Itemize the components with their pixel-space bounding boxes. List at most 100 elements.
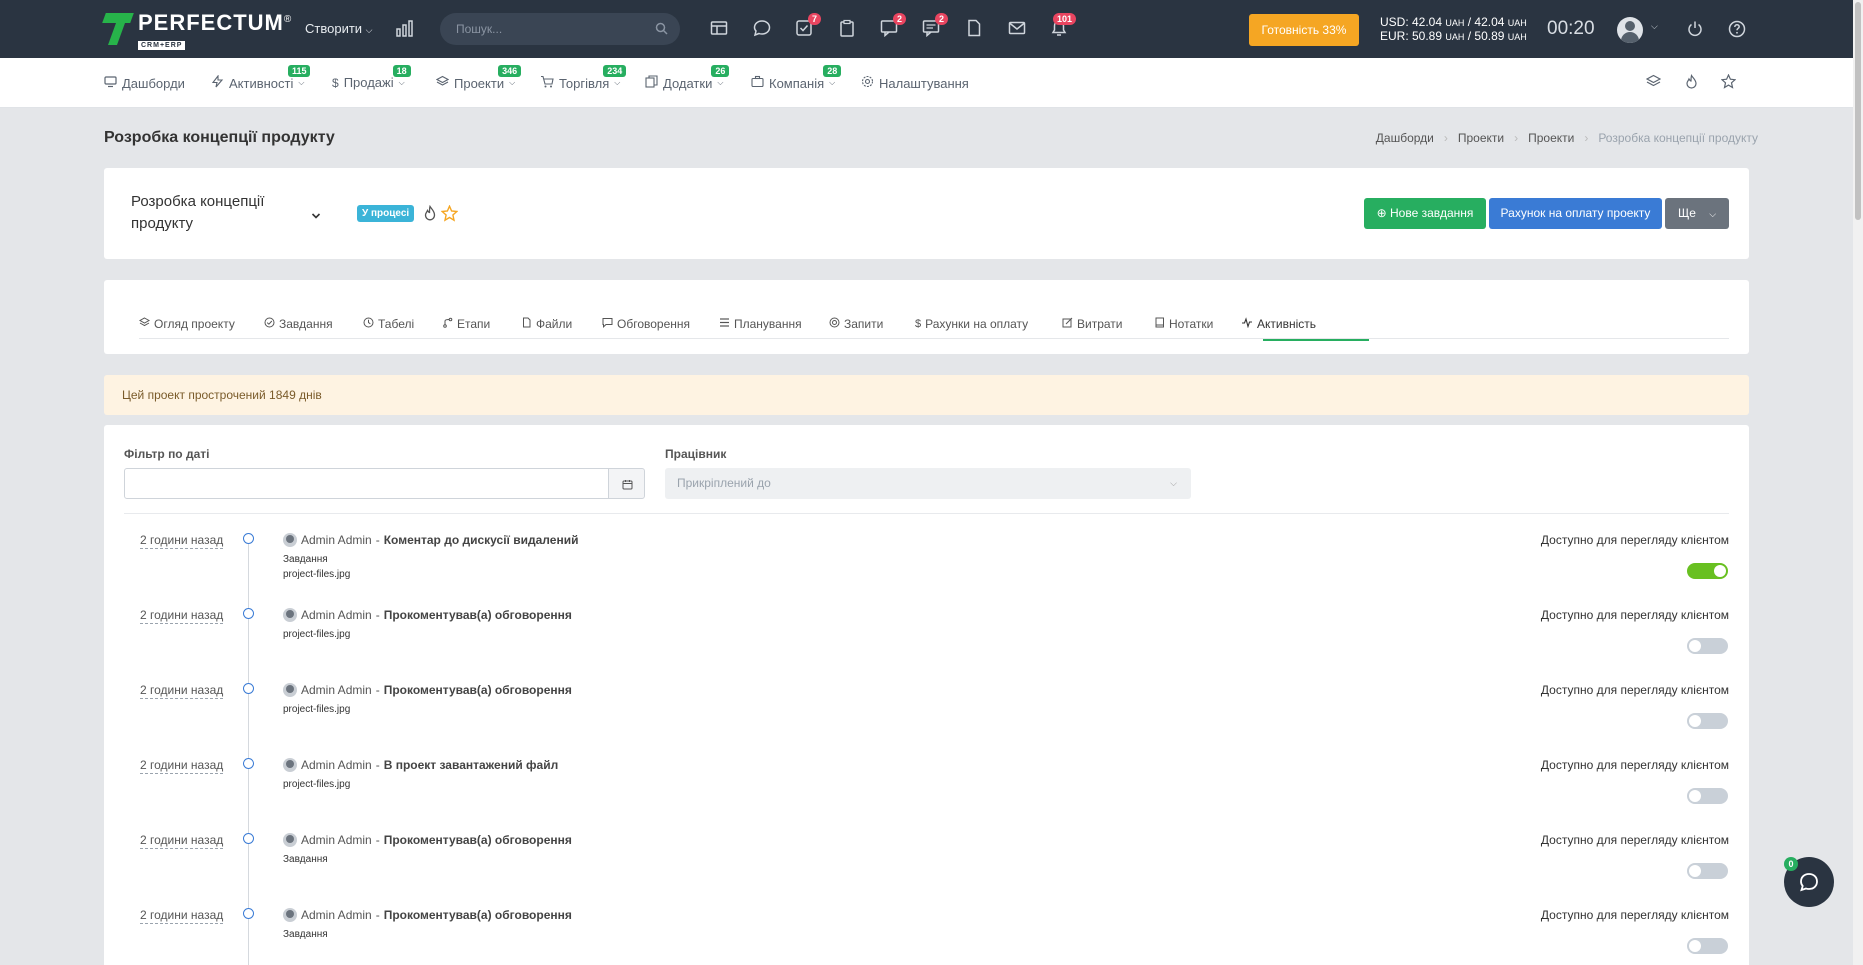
nav-badge: 115 (287, 65, 311, 77)
tab-label: Табелі (378, 316, 415, 331)
project-switch-chevron-icon[interactable] (311, 208, 321, 223)
chat-icon[interactable] (753, 19, 773, 39)
activity-user: Admin Admin (301, 758, 372, 772)
tab-notes[interactable]: Нотатки (1154, 309, 1213, 338)
tab-requests[interactable]: Запити (829, 309, 883, 338)
eur-unit: UAH (1445, 32, 1465, 42)
tab-label: Обговорення (617, 316, 691, 331)
project-tabs-card: Огляд проекту Завдання Табелі Етапи Файл… (104, 280, 1749, 354)
date-filter-input[interactable] (124, 468, 612, 499)
activity-action: Прокоментував(а) обговорення (383, 833, 572, 847)
readiness-button[interactable]: Готовність 33% (1249, 14, 1359, 46)
user-avatar[interactable] (1617, 17, 1643, 43)
client-visible-toggle[interactable] (1687, 713, 1728, 729)
more-button[interactable]: Ще ⌵ (1665, 198, 1729, 229)
nav-item-trade[interactable]: Торгівля ⌵ 234 (540, 65, 627, 91)
nav-item-company[interactable]: Компанія ⌵ 28 (751, 65, 842, 91)
create-dropdown[interactable]: Створити ⌵ (305, 21, 373, 36)
layers-icon[interactable] (1645, 74, 1662, 92)
user-menu-chevron-icon[interactable]: ⌵ (1651, 21, 1658, 32)
tab-discussions[interactable]: Обговорення (602, 309, 690, 338)
breadcrumb-item[interactable]: Проекти (1458, 131, 1504, 145)
activity-user: Admin Admin (301, 683, 372, 697)
logo[interactable]: PERFECTUM® CRM+ERP (102, 11, 291, 50)
activity-time[interactable]: 2 години назад (140, 758, 224, 774)
tasks-icon[interactable]: 7 (795, 13, 821, 39)
mail-icon[interactable] (1008, 19, 1028, 39)
avatar (283, 908, 297, 922)
breadcrumb-item[interactable]: Проекти (1528, 131, 1574, 145)
client-visible-toggle[interactable] (1687, 788, 1728, 804)
avatar (283, 833, 297, 847)
search-icon[interactable] (655, 22, 668, 38)
activity-row: 2 години назад Admin Admin - Прокоментував(… (104, 829, 1749, 904)
search-input[interactable] (440, 13, 640, 45)
nav-badge: 18 (392, 65, 411, 77)
nav-item-projects[interactable]: Проекти ⌵ 346 (435, 65, 522, 91)
activity-time[interactable]: 2 години назад (140, 833, 224, 849)
tab-planning[interactable]: Планування (719, 309, 802, 338)
employee-select[interactable]: Прикріплений до ⌵ (665, 468, 1191, 499)
eur-rate: EUR: 50.89 (1380, 29, 1443, 43)
dash-separator: - (375, 758, 380, 772)
nav-label: Додатки (663, 75, 713, 91)
activity-time[interactable]: 2 години назад (140, 608, 224, 624)
nav-item-sales[interactable]: $ Продажі ⌵ 18 (332, 65, 411, 90)
nav-item-settings[interactable]: Налаштування (861, 75, 969, 91)
nav-item-dashboards[interactable]: Дашборди (104, 75, 185, 91)
nav-item-addons[interactable]: Додатки ⌵ 26 (645, 65, 730, 91)
bar-chart-icon[interactable] (396, 19, 414, 40)
nav-item-activities[interactable]: Активності ⌵ 115 (211, 65, 311, 91)
clipboard-icon[interactable] (838, 19, 858, 39)
project-invoice-button[interactable]: Рахунок на оплату проекту (1489, 198, 1662, 229)
new-task-button[interactable]: ⊕ Нове завдання (1364, 198, 1486, 229)
client-visible-toggle[interactable] (1687, 863, 1728, 879)
tab-milestones[interactable]: Етапи (442, 309, 490, 338)
activity-time[interactable]: 2 години назад (140, 683, 224, 699)
timer-clock[interactable]: 00:20 (1547, 18, 1595, 40)
star-icon[interactable] (440, 204, 459, 225)
activity-detail: Завдання (283, 554, 328, 565)
timeline-dot (243, 833, 254, 844)
tab-label: Нотатки (1169, 316, 1214, 331)
fire-icon[interactable] (422, 204, 438, 224)
tab-expenses[interactable]: Витрати (1062, 309, 1123, 338)
chevron-down-icon: ⌵ (365, 25, 373, 35)
support-chat-icon[interactable]: 2 (880, 13, 906, 39)
tab-files[interactable]: Файли (521, 309, 572, 338)
fire-icon[interactable] (1684, 73, 1699, 92)
client-visible-toggle[interactable] (1687, 638, 1728, 654)
client-visible-toggle[interactable] (1687, 938, 1728, 954)
dash-separator: - (375, 533, 380, 547)
lightning-icon (211, 74, 224, 91)
tab-activity[interactable]: Активність (1241, 309, 1316, 338)
activity-time[interactable]: 2 години назад (140, 533, 224, 549)
activity-author: Admin Admin - В проект завантажений файл (283, 758, 558, 772)
help-icon[interactable] (1728, 20, 1746, 41)
nav-label: Дашборди (122, 75, 185, 91)
tab-invoices[interactable]: $ Рахунки на оплату (915, 309, 1028, 338)
copy-icon (645, 75, 658, 91)
star-icon[interactable] (1720, 73, 1737, 92)
tab-timesheets[interactable]: Табелі (363, 309, 414, 338)
document-icon[interactable] (965, 19, 985, 39)
tab-tasks[interactable]: Завдання (264, 309, 333, 338)
bell-icon[interactable]: 101 (1050, 13, 1076, 39)
page-scrollbar[interactable] (1853, 0, 1863, 965)
lifebuoy-icon (829, 317, 840, 331)
power-icon[interactable] (1686, 20, 1704, 41)
avatar (283, 758, 297, 772)
messages-icon[interactable]: 2 (922, 13, 948, 39)
file-icon (521, 317, 532, 331)
breadcrumb-item[interactable]: Дашборди (1376, 131, 1434, 145)
chevron-right-icon: › (1584, 131, 1589, 145)
calendar-board-icon[interactable] (710, 19, 730, 39)
activity-time[interactable]: 2 години назад (140, 908, 224, 924)
client-visible-label: Доступно для перегляду клієнтом (1540, 533, 1729, 547)
activity-action: Прокоментував(а) обговорення (383, 908, 572, 922)
scrollbar-thumb[interactable] (1855, 2, 1861, 220)
tab-overview[interactable]: Огляд проекту (138, 309, 235, 338)
date-picker-button[interactable] (608, 468, 645, 499)
client-visible-toggle[interactable] (1687, 563, 1728, 579)
activity-detail: Завдання (283, 854, 328, 865)
